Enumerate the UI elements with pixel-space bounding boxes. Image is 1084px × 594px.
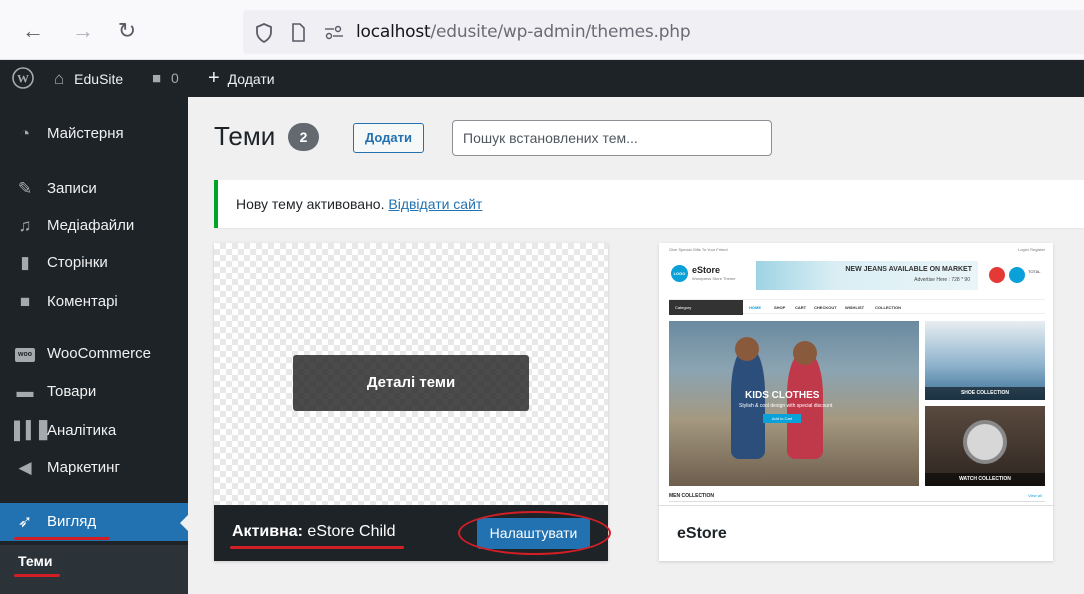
theme-screenshot: Give Special Gifts To Your Friend Login/ …: [659, 243, 1053, 505]
pin-icon: ✎: [17, 179, 33, 198]
sidebar-item-posts[interactable]: ✎ Записи: [0, 170, 188, 208]
page-title: Теми: [214, 121, 276, 151]
sidebar-item-label: Товари: [47, 383, 97, 400]
media-icon: ♫: [18, 216, 32, 235]
preview-ad-banner: NEW JEANS AVAILABLE ON MARKET Advertise …: [756, 261, 978, 290]
theme-count-badge: 2: [288, 123, 319, 151]
theme-card-estore[interactable]: Give Special Gifts To Your Friend Login/ …: [659, 243, 1053, 561]
url-path: /edusite/wp-admin/themes.php: [430, 22, 691, 42]
address-bar[interactable]: localhost/edusite/wp-admin/themes.php: [243, 10, 1084, 54]
sidebar-item-media[interactable]: ♫ Медіафайли: [0, 207, 188, 245]
sidebar-item-label: Коментарі: [47, 293, 118, 310]
comments-count: 0: [170, 70, 179, 86]
add-theme-button[interactable]: Додати: [353, 123, 424, 153]
url-text: localhost/edusite/wp-admin/themes.php: [356, 22, 691, 42]
annotation-underline: [14, 574, 60, 577]
megaphone-icon: ◀: [18, 458, 32, 477]
sidebar-item-label: Майстерня: [47, 125, 124, 142]
sidebar-item-label: WooCommerce: [47, 345, 151, 362]
preview-divider: [669, 501, 1045, 502]
submenu-item-themes[interactable]: Теми: [18, 553, 52, 569]
permissions-icon[interactable]: [323, 25, 345, 41]
preview-tagline: Wordpress Store Theme: [692, 276, 736, 281]
chart-icon: ▌▍▋: [14, 421, 53, 440]
sidebar-item-analytics[interactable]: ▌▍▋ Аналітика: [0, 412, 188, 450]
page-icon: [292, 23, 305, 42]
site-name: EduSite: [74, 71, 124, 87]
archive-icon: ▬: [16, 382, 34, 401]
notice-text: Нову тему активовано.: [236, 196, 385, 212]
woo-icon: woo: [14, 335, 36, 373]
comments-link[interactable]: ■ 0: [152, 60, 179, 97]
reload-icon[interactable]: ↻: [114, 18, 140, 44]
sidebar-item-label: Медіафайли: [47, 217, 135, 234]
appearance-submenu: Теми: [0, 545, 188, 594]
theme-footer: eStore: [659, 505, 1053, 561]
annotation-underline: [230, 546, 404, 549]
plus-icon: +: [208, 67, 220, 89]
back-arrow-icon[interactable]: ←: [20, 18, 46, 44]
brush-icon: ➶: [17, 512, 33, 531]
dashboard-icon: ◔: [19, 124, 31, 143]
preview-nav: Category HOME SHOP CART CHECKOUT WISHLIS…: [669, 299, 1045, 315]
sidebar-item-label: Вигляд: [47, 513, 97, 530]
active-theme-name: Активна: eStore Child: [232, 523, 395, 541]
comment-icon: ■: [19, 292, 31, 311]
browser-toolbar: ← → ↻ localhost/edusite/wp-admin/themes.…: [0, 0, 1084, 60]
sidebar-item-pages[interactable]: ▮ Сторінки: [0, 244, 188, 282]
sidebar-item-comments[interactable]: ■ Коментарі: [0, 283, 188, 321]
sidebar-item-marketing[interactable]: ◀ Маркетинг: [0, 449, 188, 487]
home-icon: ⌂: [54, 69, 65, 88]
preview-watch-banner: WATCH COLLECTION: [925, 406, 1045, 486]
sidebar-item-dashboard[interactable]: ◔ Майстерня: [0, 115, 188, 153]
comment-bubble-icon: ■: [152, 70, 162, 87]
site-name-link[interactable]: ⌂ EduSite: [54, 60, 123, 97]
admin-bar: W ⌂ EduSite ■ 0 + Додати: [0, 60, 1084, 97]
forward-arrow-icon[interactable]: →: [70, 18, 96, 44]
theme-card-active[interactable]: Деталі теми Активна: eStore Child Налашт…: [214, 243, 611, 561]
theme-name: eStore: [677, 525, 727, 542]
sidebar-item-appearance[interactable]: ➶ Вигляд: [0, 503, 188, 541]
theme-details-button[interactable]: Деталі теми: [293, 355, 529, 411]
annotation-oval: [458, 511, 611, 555]
preview-view-all: View all: [1028, 493, 1042, 498]
wordpress-logo-icon[interactable]: W: [12, 60, 34, 97]
search-input[interactable]: [452, 120, 772, 156]
preview-topline: Give Special Gifts To Your Friend Login/ …: [669, 247, 1045, 252]
active-label: Активна:: [232, 523, 303, 540]
admin-sidebar: ◔ Майстерня ✎ Записи ♫ Медіафайли ▮ Стор…: [0, 97, 188, 594]
page-icon: ▮: [20, 253, 30, 272]
theme-name: eStore Child: [307, 523, 396, 540]
new-label: Додати: [227, 71, 275, 87]
preview-logo: LOGO: [671, 265, 688, 282]
cart-icon: [1009, 267, 1025, 283]
sidebar-item-label: Аналітика: [47, 422, 117, 439]
visit-site-link[interactable]: Відвідати сайт: [388, 196, 482, 212]
preview-men-collection: MEN COLLECTION: [669, 493, 714, 499]
sidebar-item-label: Сторінки: [47, 254, 108, 271]
svg-text:W: W: [17, 72, 29, 86]
wishlist-icon: [989, 267, 1005, 283]
active-theme-footer: Активна: eStore Child Налаштувати: [214, 505, 611, 561]
sidebar-item-products[interactable]: ▬ Товари: [0, 373, 188, 411]
shield-icon: [256, 23, 272, 43]
preview-hero: KIDS CLOTHES Stylish & cool design with …: [669, 321, 919, 486]
preview-shoe-banner: SHOE COLLECTION: [925, 321, 1045, 400]
annotation-underline: [14, 537, 110, 540]
sidebar-item-woocommerce[interactable]: woo WooCommerce: [0, 335, 188, 373]
url-host: localhost: [356, 22, 431, 42]
success-notice: Нову тему активовано. Відвідати сайт: [214, 180, 1084, 228]
sidebar-item-label: Маркетинг: [47, 459, 120, 476]
new-content-link[interactable]: + Додати: [208, 60, 275, 97]
sidebar-item-label: Записи: [47, 180, 97, 197]
preview-brand: eStore: [692, 265, 721, 275]
preview-total: TOTAL: [1028, 269, 1041, 274]
